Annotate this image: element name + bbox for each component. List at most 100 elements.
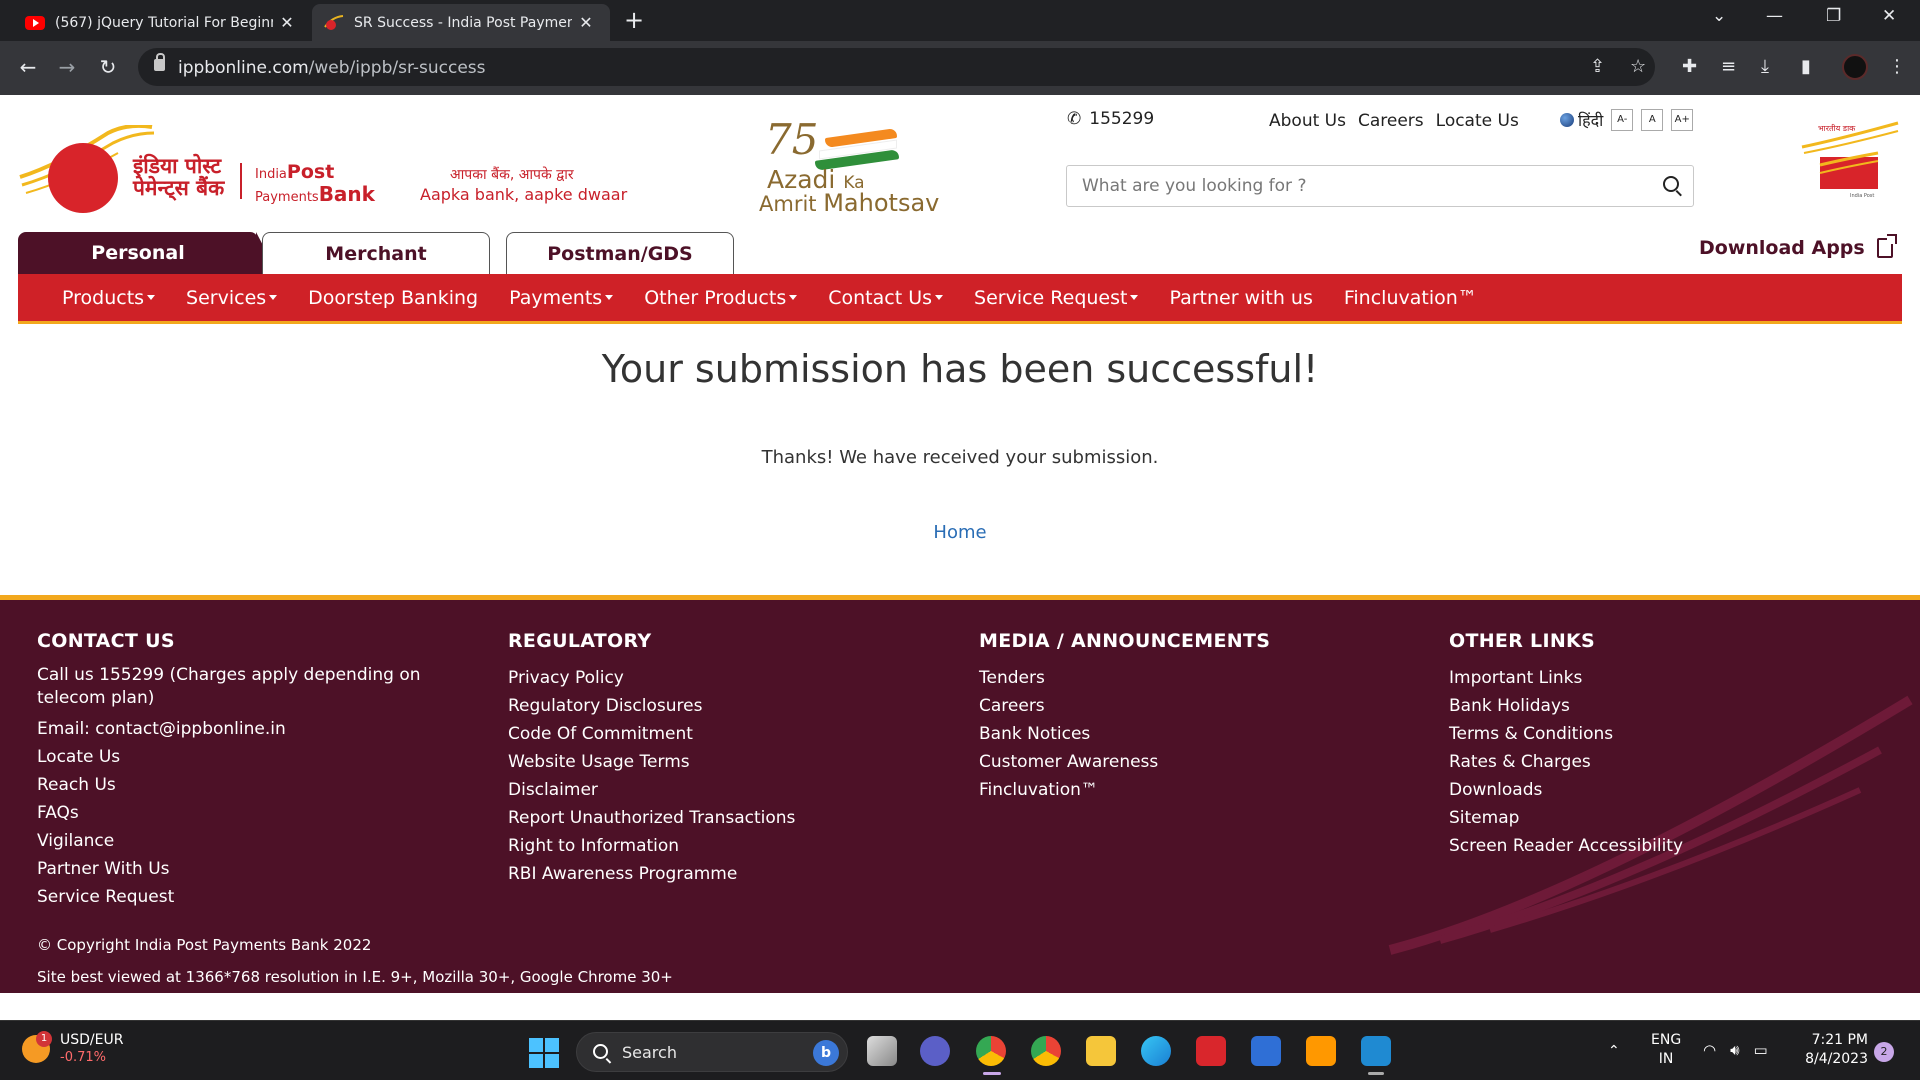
footer-link[interactable]: Locate Us bbox=[37, 743, 437, 771]
footer-link[interactable]: Disclaimer bbox=[508, 776, 795, 804]
address-bar[interactable]: ippbonline.com/web/ippb/sr-success ⇪ ☆ bbox=[138, 48, 1655, 86]
share-icon[interactable]: ⇪ bbox=[1590, 56, 1605, 77]
browser-tab-ippb[interactable]: SR Success - India Post Payments Bank ✕ bbox=[312, 4, 610, 41]
side-panel-icon[interactable]: ▮ bbox=[1801, 56, 1811, 77]
ticker-widget[interactable]: 1 USD/EUR -0.71% bbox=[22, 1031, 123, 1067]
footer-link[interactable]: Reach Us bbox=[37, 771, 437, 799]
notification-badge[interactable]: 2 bbox=[1874, 1042, 1894, 1062]
reload-icon[interactable]: ↻ bbox=[96, 55, 120, 79]
footer-link[interactable]: Code Of Commitment bbox=[508, 720, 795, 748]
tab-postman-gds[interactable]: Postman/GDS bbox=[506, 232, 734, 274]
footer-link[interactable]: Terms & Conditions bbox=[1449, 720, 1683, 748]
clock[interactable]: 7:21 PM 8/4/2023 bbox=[1800, 1031, 1868, 1069]
locate-us-link[interactable]: Locate Us bbox=[1436, 111, 1519, 131]
windows-start-icon[interactable] bbox=[529, 1038, 559, 1068]
font-increase-button[interactable]: A+ bbox=[1671, 109, 1694, 131]
footer-link[interactable]: Partner With Us bbox=[37, 855, 437, 883]
browser-tab-strip: (567) jQuery Tutorial For Beginners ✕ SR… bbox=[0, 0, 1920, 41]
footer-link[interactable]: Tenders bbox=[979, 664, 1270, 692]
footer-link[interactable]: Fincluvation™ bbox=[979, 776, 1270, 804]
menu-kebab-icon[interactable]: ⋮ bbox=[1888, 56, 1906, 77]
menu-fincluvation[interactable]: Fincluvation™ bbox=[1344, 287, 1477, 309]
helpline[interactable]: ✆ 155299 bbox=[1067, 109, 1154, 129]
download-icon[interactable]: ⤓ bbox=[1761, 56, 1769, 77]
footer-link[interactable]: Customer Awareness bbox=[979, 748, 1270, 776]
media-queue-icon[interactable]: ≡ bbox=[1721, 56, 1736, 77]
profile-avatar[interactable] bbox=[1842, 54, 1868, 80]
search-input[interactable] bbox=[1067, 166, 1627, 206]
menu-service-request[interactable]: Service Request bbox=[974, 287, 1139, 309]
menu-services[interactable]: Services bbox=[186, 287, 278, 309]
menu-products[interactable]: Products bbox=[62, 287, 156, 309]
edge-icon[interactable] bbox=[1141, 1036, 1171, 1066]
globe-icon bbox=[1560, 113, 1574, 127]
bookmark-star-icon[interactable]: ☆ bbox=[1630, 56, 1646, 77]
system-tray[interactable]: ◠ 🔊︎ ▭ bbox=[1703, 1041, 1768, 1059]
wps-office-icon[interactable] bbox=[1196, 1036, 1226, 1066]
footer-call-us[interactable]: Call us 155299 (Charges apply depending … bbox=[37, 664, 437, 710]
footer-link[interactable]: Service Request bbox=[37, 883, 437, 911]
footer-link[interactable]: Screen Reader Accessibility bbox=[1449, 832, 1683, 860]
menu-contact-us[interactable]: Contact Us bbox=[828, 287, 944, 309]
download-apps-link[interactable]: Download Apps bbox=[1699, 234, 1897, 259]
menu-other-products[interactable]: Other Products bbox=[644, 287, 798, 309]
footer-link[interactable]: Regulatory Disclosures bbox=[508, 692, 795, 720]
task-view-icon[interactable] bbox=[867, 1036, 897, 1066]
tab-merchant[interactable]: Merchant bbox=[262, 232, 490, 274]
chrome-profile-icon[interactable] bbox=[1031, 1036, 1061, 1066]
close-tab-icon[interactable]: ✕ bbox=[578, 13, 594, 32]
footer-link[interactable]: Important Links bbox=[1449, 664, 1683, 692]
footer-link[interactable]: Privacy Policy bbox=[508, 664, 795, 692]
minimize-icon[interactable]: — bbox=[1766, 6, 1783, 26]
restore-icon[interactable]: ❐ bbox=[1826, 6, 1841, 26]
footer-link[interactable]: FAQs bbox=[37, 799, 437, 827]
input-language[interactable]: ENG IN bbox=[1651, 1031, 1681, 1069]
extensions-icon[interactable]: ✚ bbox=[1682, 56, 1697, 77]
chevron-up-icon[interactable]: ⌃ bbox=[1608, 1043, 1620, 1059]
footer-link[interactable]: Vigilance bbox=[37, 827, 437, 855]
footer-link[interactable]: RBI Awareness Programme bbox=[508, 860, 795, 888]
footer-link[interactable]: Report Unauthorized Transactions bbox=[508, 804, 795, 832]
forward-icon[interactable]: → bbox=[55, 55, 79, 79]
footer-link[interactable]: Rates & Charges bbox=[1449, 748, 1683, 776]
footer-email[interactable]: Email: contact@ippbonline.in bbox=[37, 715, 437, 743]
sublime-text-icon[interactable] bbox=[1306, 1036, 1336, 1066]
footer-link[interactable]: Sitemap bbox=[1449, 804, 1683, 832]
careers-link[interactable]: Careers bbox=[1358, 111, 1424, 131]
home-link[interactable]: Home bbox=[933, 522, 986, 543]
footer-link[interactable]: Right to Information bbox=[508, 832, 795, 860]
hindi-language-link[interactable]: हिंदी bbox=[1578, 109, 1603, 131]
menu-partner-with-us[interactable]: Partner with us bbox=[1169, 287, 1312, 309]
close-tab-icon[interactable]: ✕ bbox=[279, 13, 295, 32]
font-decrease-button[interactable]: A- bbox=[1611, 109, 1634, 131]
india-post-logo[interactable]: भारतीय डाक India Post bbox=[1800, 119, 1900, 209]
notepad-icon[interactable] bbox=[1251, 1036, 1281, 1066]
close-window-icon[interactable]: ✕ bbox=[1882, 6, 1896, 26]
taskbar-search[interactable]: Search b bbox=[576, 1032, 848, 1072]
menu-doorstep-banking[interactable]: Doorstep Banking bbox=[308, 287, 478, 309]
footer-link[interactable]: Bank Holidays bbox=[1449, 692, 1683, 720]
menu-payments[interactable]: Payments bbox=[509, 287, 614, 309]
tab-search-chevron-icon[interactable]: ⌄ bbox=[1712, 6, 1726, 26]
success-heading: Your submission has been successful! bbox=[601, 347, 1319, 391]
back-icon[interactable]: ← bbox=[16, 55, 40, 79]
about-us-link[interactable]: About Us bbox=[1269, 111, 1346, 131]
vscode-icon[interactable] bbox=[1361, 1036, 1391, 1066]
footer-link[interactable]: Website Usage Terms bbox=[508, 748, 795, 776]
teams-chat-icon[interactable] bbox=[920, 1036, 950, 1066]
browser-tab-youtube[interactable]: (567) jQuery Tutorial For Beginners ✕ bbox=[13, 4, 307, 41]
bing-icon[interactable]: b bbox=[813, 1040, 839, 1066]
file-explorer-icon[interactable] bbox=[1086, 1036, 1116, 1066]
font-reset-button[interactable]: A bbox=[1641, 109, 1664, 131]
footer-link[interactable]: Careers bbox=[979, 692, 1270, 720]
footer-link[interactable]: Downloads bbox=[1449, 776, 1683, 804]
site-search bbox=[1066, 165, 1694, 207]
ippb-logo[interactable]: इंडिया पोस्ट पेमेन्ट्स बैंक IndiaPost Pa… bbox=[18, 115, 628, 225]
footer-heading: REGULATORY bbox=[508, 630, 652, 652]
tab-personal[interactable]: Personal bbox=[18, 232, 278, 274]
phone-icon: ✆ bbox=[1067, 109, 1082, 129]
new-tab-icon[interactable]: + bbox=[624, 6, 644, 34]
chrome-icon[interactable] bbox=[976, 1036, 1006, 1066]
search-icon[interactable] bbox=[1663, 176, 1679, 192]
footer-link[interactable]: Bank Notices bbox=[979, 720, 1270, 748]
